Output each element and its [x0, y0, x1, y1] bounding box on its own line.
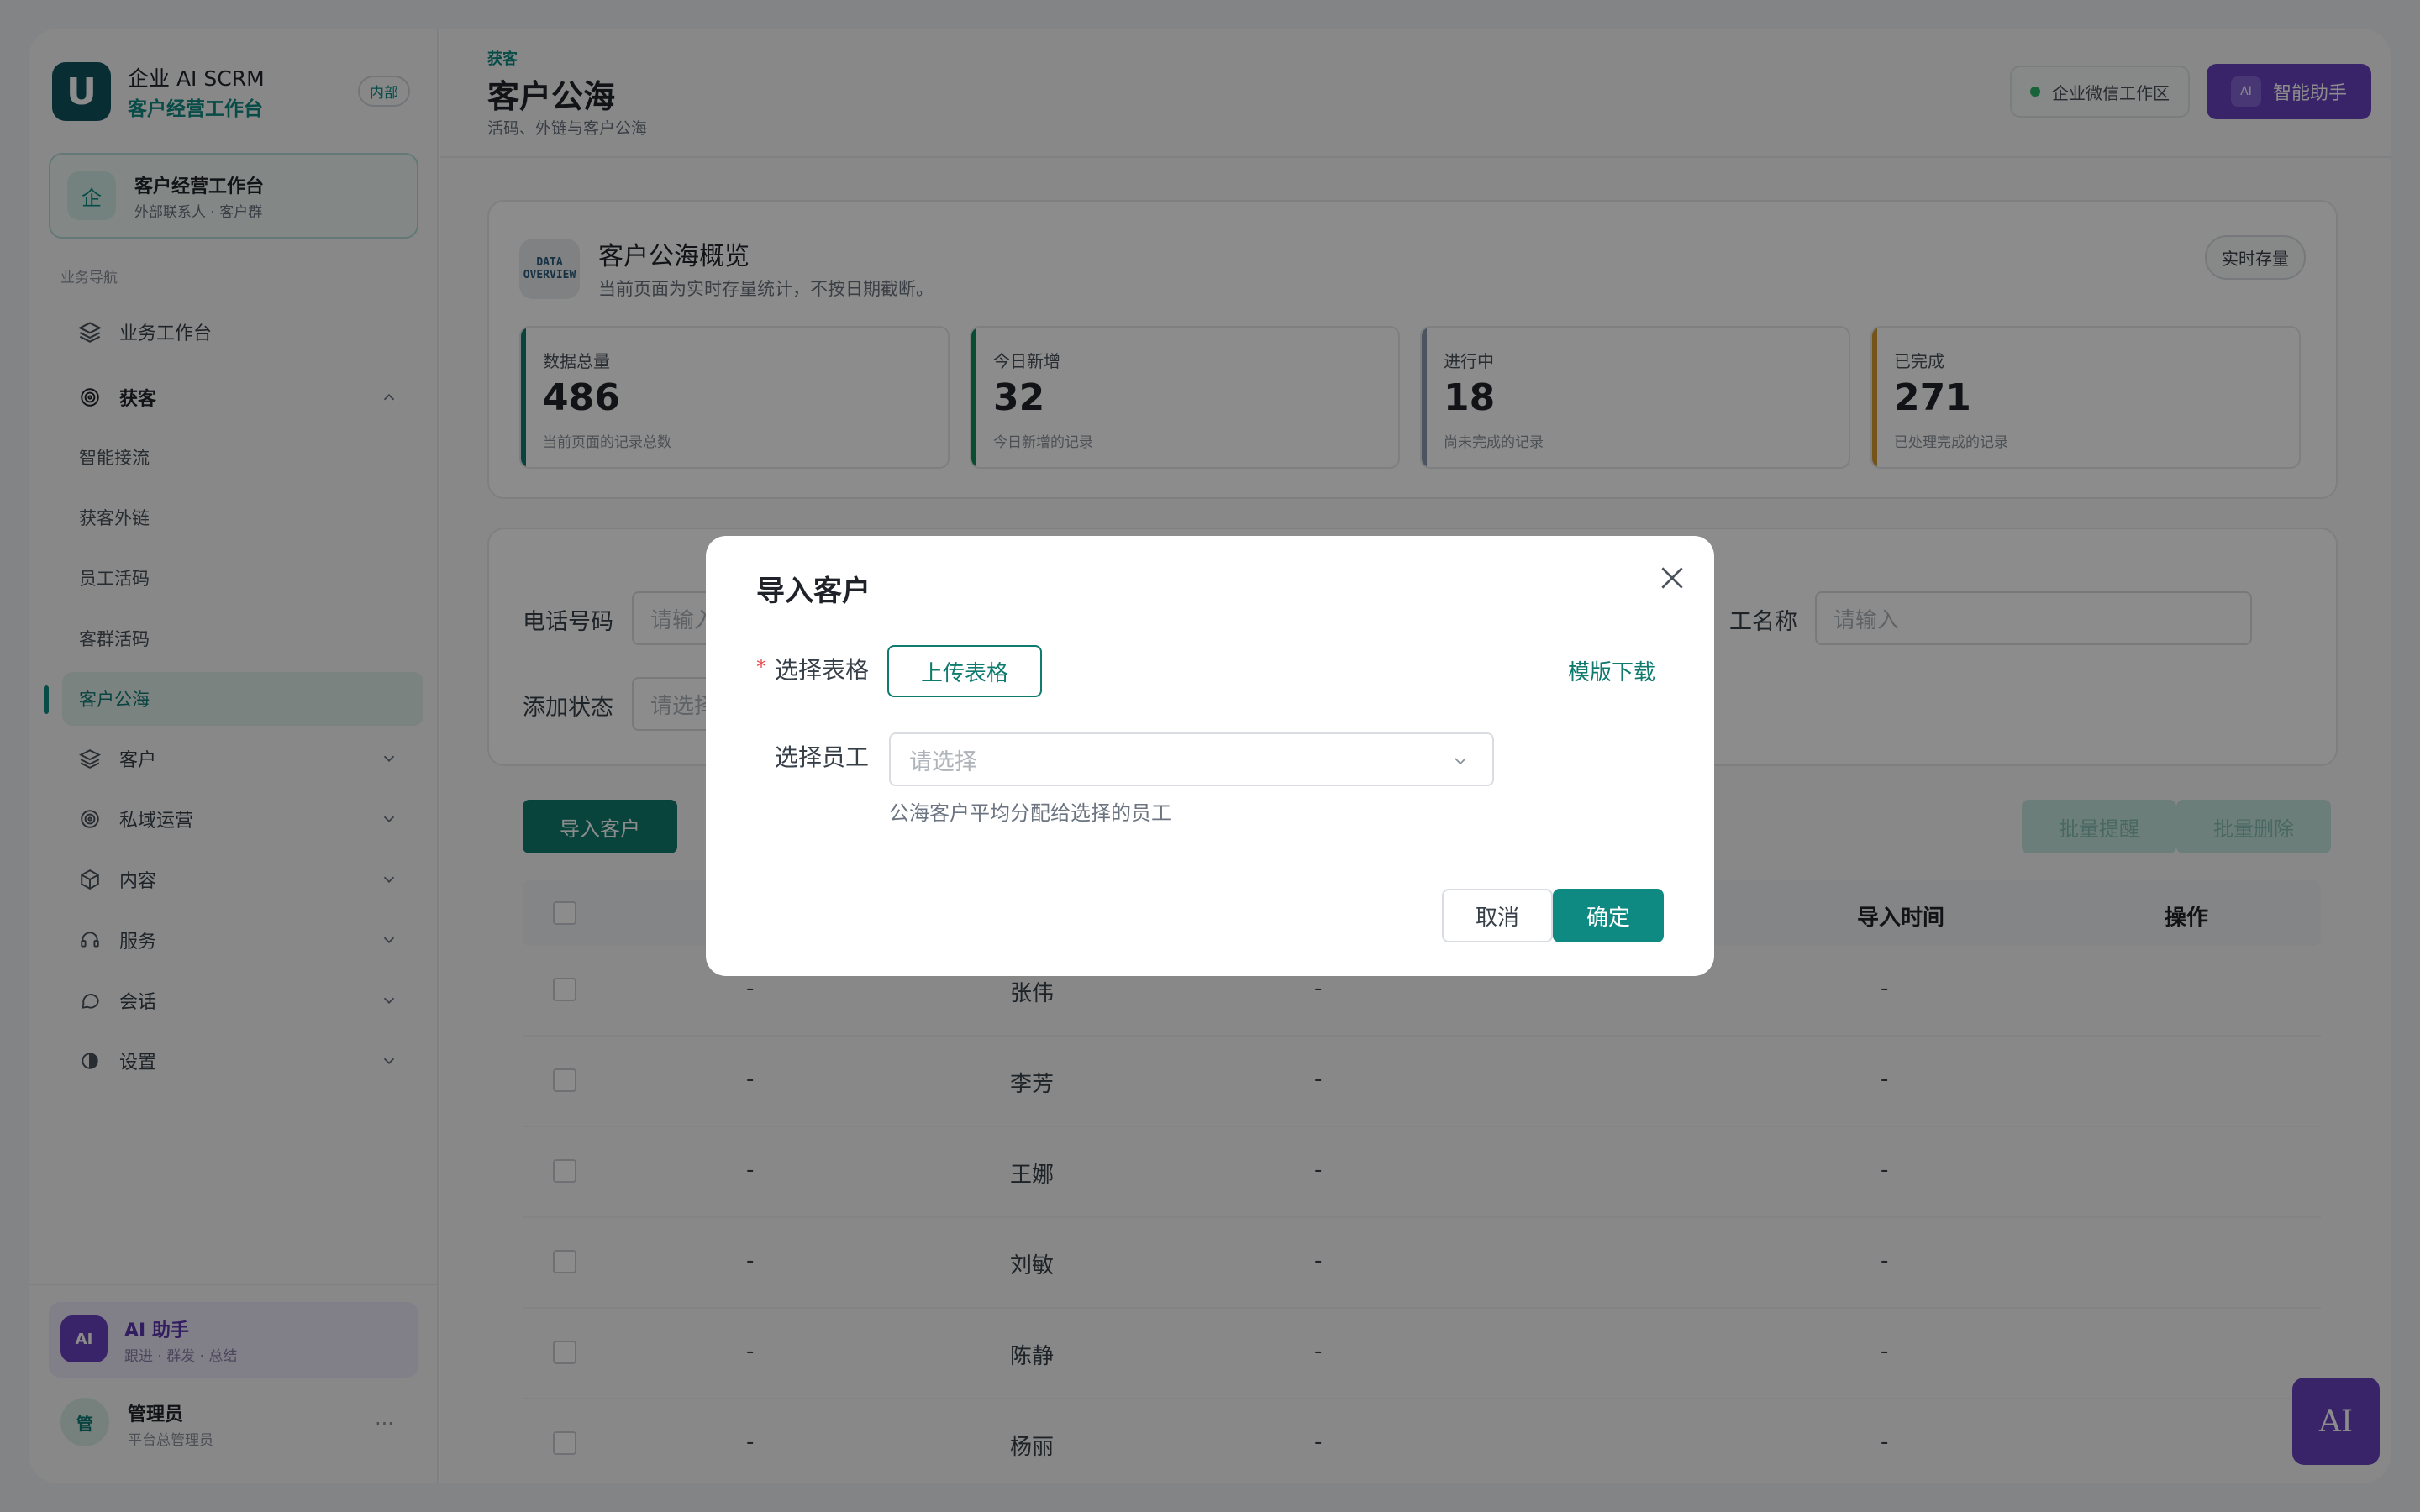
staff-select-hint: 公海客户平均分配给选择的员工	[889, 801, 1171, 825]
sheet-label: 选择表格	[775, 656, 870, 684]
upload-sheet-button[interactable]: 上传表格	[887, 645, 1042, 697]
required-mark: *	[756, 655, 766, 679]
import-customer-dialog: 导入客户 * 选择表格 上传表格 模版下载 选择员工 请选择 公海客户平均分配给…	[706, 536, 1714, 976]
template-download-link[interactable]: 模版下载	[1568, 655, 1655, 686]
staff-select-placeholder: 请选择	[909, 748, 977, 775]
dialog-title: 导入客户	[756, 575, 871, 608]
cancel-button[interactable]: 取消	[1442, 889, 1553, 942]
chevron-down-icon	[1450, 751, 1470, 777]
staff-select[interactable]: 请选择	[889, 732, 1494, 786]
close-icon[interactable]	[1655, 561, 1689, 595]
confirm-button[interactable]: 确定	[1553, 889, 1664, 942]
staff-select-label: 选择员工	[775, 743, 870, 771]
